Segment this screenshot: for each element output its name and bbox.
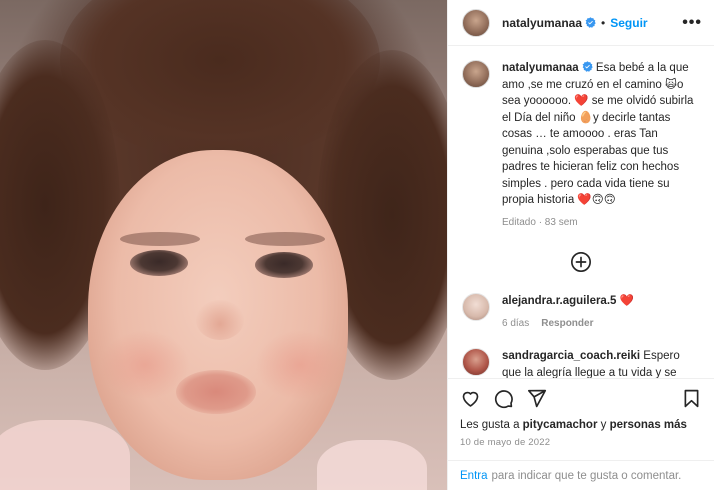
post-side-panel: natalyumanaa • Seguir ••• natalyumanaa E… bbox=[447, 0, 714, 490]
photo-eye bbox=[130, 250, 188, 276]
comment-icon[interactable] bbox=[493, 388, 514, 409]
author-username[interactable]: natalyumanaa bbox=[502, 16, 596, 30]
post-photo[interactable] bbox=[0, 0, 447, 490]
follow-button[interactable]: Seguir bbox=[610, 16, 647, 30]
author-username-text[interactable]: natalyumanaa bbox=[502, 16, 582, 30]
comment-body: alejandra.r.aguilera.5 ❤️ 6 días Responde… bbox=[502, 293, 700, 332]
comment-text: ❤️ bbox=[619, 295, 634, 307]
caption-avatar[interactable] bbox=[462, 60, 490, 88]
photo-brow bbox=[120, 232, 200, 246]
comment-username[interactable]: sandragarcia_coach.reiki bbox=[502, 350, 640, 362]
paper-plane-icon[interactable] bbox=[526, 388, 547, 409]
more-options-button[interactable]: ••• bbox=[682, 14, 702, 30]
plus-circle-icon[interactable] bbox=[570, 251, 592, 273]
photo-shirt bbox=[317, 440, 427, 490]
commenter-avatar[interactable] bbox=[462, 293, 490, 321]
post-header: natalyumanaa • Seguir ••• bbox=[448, 0, 714, 46]
comment-item: alejandra.r.aguilera.5 ❤️ 6 días Responde… bbox=[448, 293, 714, 332]
likes-middle: y bbox=[597, 419, 610, 431]
comment-username[interactable]: alejandra.r.aguilera.5 bbox=[502, 295, 616, 307]
heart-icon[interactable] bbox=[460, 388, 481, 409]
author-avatar[interactable] bbox=[462, 8, 490, 37]
save-button[interactable] bbox=[681, 388, 702, 409]
comment-button[interactable] bbox=[493, 388, 514, 409]
verified-badge-icon bbox=[582, 61, 593, 72]
add-comment-text: para indicar que te gusta o comentar. bbox=[491, 469, 682, 482]
comments-area[interactable]: natalyumanaa Esa bebé a la que amo ,se m… bbox=[448, 46, 714, 378]
likes-summary: Les gusta a pitycamachor y personas más bbox=[448, 418, 714, 433]
post-date[interactable]: 10 de mayo de 2022 bbox=[448, 433, 714, 456]
caption-text: Esa bebé a la que amo ,se me cruzó en el… bbox=[502, 62, 694, 206]
photo-lips bbox=[176, 370, 256, 414]
reply-button[interactable]: Responder bbox=[541, 318, 593, 329]
comment-time: 6 días bbox=[502, 317, 530, 329]
photo-brow bbox=[245, 232, 325, 246]
comment-item: sandragarcia_coach.reiki Espero que la a… bbox=[448, 348, 714, 378]
login-link[interactable]: Entra bbox=[460, 470, 488, 482]
verified-badge-icon bbox=[585, 16, 596, 28]
bookmark-icon[interactable] bbox=[681, 388, 702, 409]
share-button[interactable] bbox=[526, 388, 547, 409]
comment-body: sandragarcia_coach.reiki Espero que la a… bbox=[502, 348, 700, 378]
comment-meta: 6 días Responder bbox=[502, 316, 700, 333]
photo-shirt bbox=[0, 420, 130, 490]
like-button[interactable] bbox=[460, 388, 481, 409]
add-comment-prompt: Entra para indicar que te gusta o comenta… bbox=[448, 460, 714, 490]
action-bar bbox=[448, 378, 714, 418]
load-more-comments[interactable] bbox=[448, 251, 714, 273]
commenter-avatar[interactable] bbox=[462, 348, 490, 376]
likes-user[interactable]: pitycamachor bbox=[523, 419, 598, 431]
caption-meta: Editado · 83 sem bbox=[502, 216, 578, 228]
likes-prefix: Les gusta a bbox=[460, 419, 523, 431]
instagram-post: natalyumanaa • Seguir ••• natalyumanaa E… bbox=[0, 0, 714, 490]
likes-others[interactable]: personas más bbox=[610, 419, 687, 431]
photo-cheek bbox=[255, 330, 345, 400]
photo-nose bbox=[196, 300, 244, 340]
header-separator: • bbox=[601, 15, 606, 30]
caption-username[interactable]: natalyumanaa bbox=[502, 62, 579, 74]
photo-eye bbox=[255, 252, 313, 278]
caption-body: natalyumanaa Esa bebé a la que amo ,se m… bbox=[502, 60, 700, 231]
post-caption: natalyumanaa Esa bebé a la que amo ,se m… bbox=[448, 46, 714, 231]
